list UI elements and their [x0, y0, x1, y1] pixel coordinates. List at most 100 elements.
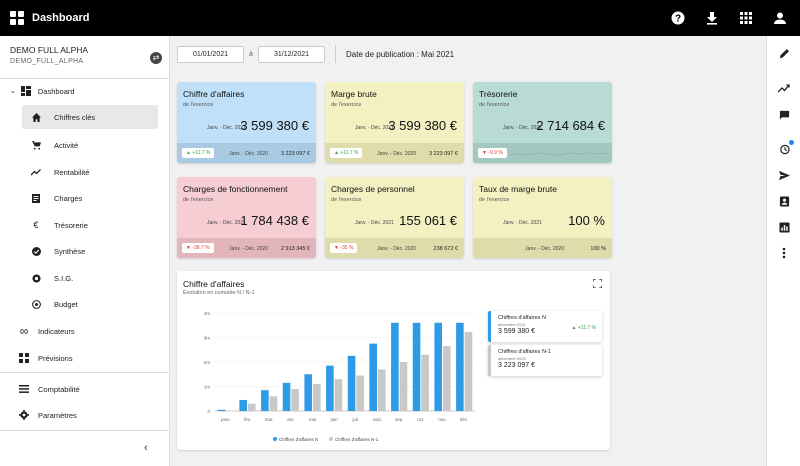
send-icon[interactable]: [777, 168, 791, 182]
more-vert-icon[interactable]: [777, 246, 791, 260]
legend-label: Chiffres d'affaires N-1: [335, 437, 379, 442]
report-icon[interactable]: [777, 220, 791, 234]
y-tick-label: 3m: [204, 336, 211, 341]
kpi-title: Chiffre d'affaires: [183, 89, 245, 99]
kpi-previous-value: 2 913 345 €: [280, 246, 310, 252]
edit-pencil-icon[interactable]: [777, 46, 791, 60]
y-tick-label: 4m: [204, 311, 211, 316]
kpi-card[interactable]: Trésorerie de l'exercice Janv. - Déc. 2021…: [473, 82, 612, 163]
kpi-card[interactable]: Chiffre d'affaires de l'exercice Janv. - D…: [177, 82, 316, 163]
help-icon[interactable]: ?: [670, 10, 686, 26]
sidebar-item-activite[interactable]: Activité: [0, 133, 169, 157]
sidebar-item-label: Chiffres clés: [54, 112, 96, 122]
kpi-card[interactable]: Charges de fonctionnement de l'exercice Ja…: [177, 177, 316, 258]
kpi-value: 3 599 380 €: [240, 118, 309, 133]
kpi-previous-period: Janv. - Déc. 2020: [377, 246, 416, 252]
kpi-trend-badge: ▼ -9.9 %: [478, 148, 507, 158]
sidebar-divider: [0, 372, 169, 373]
kpi-period: Janv. - Déc. 2021: [355, 220, 394, 226]
settings-cog-icon: [30, 272, 42, 284]
kpi-value: 1 784 438 €: [240, 213, 309, 228]
x-tick-label: fév.: [244, 417, 251, 422]
sidebar-divider: [0, 430, 169, 431]
sidebar-item-previsions[interactable]: Prévisions: [0, 346, 169, 370]
forecast-grid-icon: [18, 352, 30, 364]
sidebar-item-budget[interactable]: Budget: [0, 292, 169, 316]
kpi-title: Taux de marge brute: [479, 184, 557, 194]
target-icon: [30, 298, 42, 310]
x-tick-label: déc.: [460, 417, 469, 422]
sidebar-item-chiffres-cles[interactable]: Chiffres clés: [22, 105, 158, 129]
collapse-sidebar-icon[interactable]: ‹: [144, 442, 148, 454]
sidebar-item-label: Budget: [54, 299, 78, 309]
bar-previous: [356, 375, 364, 411]
sidebar-item-label: S.I.G.: [54, 273, 74, 283]
date-from-input[interactable]: 01/01/2021: [177, 45, 244, 63]
x-tick-label: oct.: [417, 417, 424, 422]
sidebar-item-tresorerie[interactable]: € Trésorerie: [0, 213, 169, 237]
trend-analysis-icon[interactable]: [777, 81, 791, 95]
sidebar-item-comptabilite[interactable]: Comptabilité: [0, 377, 169, 401]
sidebar-item-label: Comptabilité: [38, 384, 80, 394]
sidebar-item-synthese[interactable]: Synthèse: [0, 239, 169, 263]
sidebar-item-label: Rentabilité: [54, 167, 90, 177]
sidebar-item-label: Dashboard: [37, 86, 75, 96]
kpi-title: Charges de fonctionnement: [183, 184, 288, 194]
publication-date: Date de publication : Mai 2021: [346, 49, 455, 59]
kpi-value: 155 061 €: [399, 213, 457, 228]
x-tick-label: mar.: [265, 417, 274, 422]
bar-previous: [399, 362, 408, 411]
kpi-subtitle: de l'exercice: [331, 102, 362, 108]
kpi-previous-period: Janv. - Déc. 2020: [229, 246, 268, 252]
kpi-subtitle: de l'exercice: [183, 197, 214, 203]
sidebar-item-label: Trésorerie: [54, 220, 88, 230]
sidebar-item-indicateurs[interactable]: ∞ Indicateurs: [0, 319, 169, 343]
kpi-card[interactable]: Charges de personnel de l'exercice Janv. -…: [325, 177, 464, 258]
chevron-down-icon: ⌄: [10, 88, 16, 95]
bar-current: [456, 322, 464, 411]
bar-previous: [313, 384, 321, 411]
legend-label: Chiffres d'affaires N: [279, 437, 318, 442]
y-tick-label: 1m: [204, 385, 211, 390]
comment-icon[interactable]: [777, 108, 791, 122]
x-tick-label: mai: [309, 417, 316, 422]
bar-previous: [291, 388, 299, 411]
switch-company-icon[interactable]: ⇄: [150, 52, 162, 64]
app-title: Dashboard: [32, 12, 90, 24]
filter-divider: [335, 45, 336, 63]
sidebar-item-sig[interactable]: S.I.G.: [0, 266, 169, 290]
sidebar: DEMO FULL ALPHA DEMO_FULL_ALPHA ⇄ ⌄ Dash…: [0, 36, 170, 466]
kpi-subtitle: de l'exercice: [479, 102, 510, 108]
bar-current: [391, 322, 399, 411]
kpi-card[interactable]: Taux de marge brute de l'exercice Janv. - …: [473, 177, 612, 258]
contact-book-icon[interactable]: [777, 194, 791, 208]
legend-series-name: Chiffres d'affaires N: [498, 315, 546, 321]
legend-period: décembre 2020: [498, 356, 526, 361]
dashboard-logo-icon: [10, 11, 24, 25]
user-account-icon[interactable]: [772, 10, 788, 26]
trending-up-icon: [30, 166, 42, 178]
x-tick-label: janv.: [220, 417, 230, 422]
kpi-trend-badge: ▲ +11.7 %: [330, 148, 363, 158]
apps-grid-icon[interactable]: [738, 10, 754, 26]
bar-previous: [443, 346, 451, 411]
kpi-card[interactable]: Marge brute de l'exercice Janv. - Déc. 202…: [325, 82, 464, 163]
sidebar-item-label: Synthèse: [54, 246, 86, 256]
sidebar-item-parametres[interactable]: Paramètres: [0, 403, 169, 427]
sidebar-item-rentabilite[interactable]: Rentabilité: [0, 160, 169, 184]
sidebar-item-charges[interactable]: Charges: [0, 186, 169, 210]
bar-current: [434, 322, 442, 411]
dashboard-icon: [20, 85, 32, 97]
kpi-previous-period: Janv. - Déc. 2020: [377, 151, 416, 157]
download-icon[interactable]: [704, 10, 720, 26]
top-bar: Dashboard ?: [0, 0, 800, 36]
bar-previous: [421, 354, 429, 411]
kpi-value: 2 714 684 €: [536, 118, 605, 133]
bar-current: [412, 322, 421, 411]
date-filters: 01/01/2021 à 31/12/2021 Date de publicat…: [177, 45, 454, 63]
fullscreen-icon[interactable]: [592, 278, 603, 289]
sidebar-item-dashboard[interactable]: ⌄ Dashboard: [0, 79, 169, 103]
kpi-subtitle: de l'exercice: [331, 197, 362, 203]
receipt-icon: [30, 192, 42, 204]
date-to-input[interactable]: 31/12/2021: [258, 45, 325, 63]
